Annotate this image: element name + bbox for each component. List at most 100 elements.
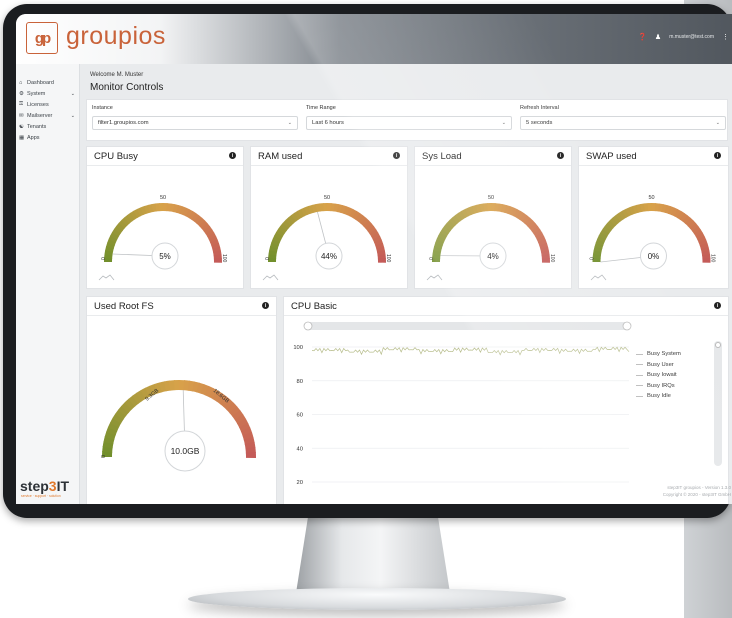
sidebar-item-label: Mailserver	[27, 112, 53, 119]
series-line-busy-idle	[311, 346, 630, 356]
gauge-value: 0%	[648, 252, 660, 261]
y-tick-label: 20	[297, 480, 303, 486]
gauge-value: 10.0GB	[171, 446, 200, 456]
time-range-select[interactable]: Last 6 hours ⌄	[306, 116, 512, 130]
filter-label: Refresh Interval	[520, 105, 559, 111]
screen: gp groupios ❓ ♟ m.muster@test.com ⋮ ⌂ Da…	[16, 14, 732, 504]
user-email[interactable]: m.muster@test.com	[669, 34, 714, 40]
legend-scrollbar[interactable]	[714, 341, 722, 466]
app-name[interactable]: groupios	[66, 22, 166, 51]
user-icon: ♟	[654, 34, 662, 41]
footer: step3IT groupios - Version 1.3.0 Copyrig…	[663, 484, 731, 498]
filter-bar: Instance filter1.groupios.com ⌄ Time Ran…	[86, 99, 728, 141]
y-tick-label: 100	[293, 345, 303, 351]
gauge-tick-label: 100	[221, 254, 227, 263]
sparkline-icon	[262, 274, 279, 281]
instance-select[interactable]: filter1.groupios.com ⌄	[92, 116, 298, 130]
card-title: Sys Load	[415, 147, 571, 166]
legend-item[interactable]: Busy System	[636, 349, 681, 360]
legend-item[interactable]: Busy Iowait	[636, 370, 681, 381]
gauge-tick-label: 50	[160, 195, 166, 201]
chart-legend: Busy System Busy User Busy Iowait Busy I…	[636, 349, 681, 402]
sidebar-item-system[interactable]: ⚙ System ⌄	[16, 88, 79, 99]
range-slider-track[interactable]	[304, 322, 629, 330]
gauge-chart: 0% 50 0 100	[590, 195, 716, 281]
footer-version: step3IT groupios - Version 1.3.0	[667, 485, 731, 490]
gauge-tick-label: 0	[429, 257, 435, 260]
time-range-filter: Time Range Last 6 hours ⌄	[306, 105, 512, 130]
select-value: filter1.groupios.com	[98, 120, 149, 126]
gauge-tick-label: 100	[549, 254, 555, 263]
question-icon[interactable]: ❓	[638, 33, 647, 41]
apps-icon: ▦	[19, 134, 25, 141]
sparkline-icon	[590, 274, 607, 281]
info-icon[interactable]: i	[714, 302, 721, 309]
range-slider-handle-right[interactable]	[622, 321, 632, 331]
legend-item[interactable]: Busy User	[636, 360, 681, 371]
cpu-basic-chart: 100 80 60 40 20	[293, 321, 632, 486]
gauge-value: 5%	[159, 252, 171, 261]
range-slider-handle-left[interactable]	[303, 321, 313, 331]
kebab-icon[interactable]: ⋮	[722, 33, 729, 41]
sidebar-item-mailserver[interactable]: ✉ Mailserver ⌄	[16, 110, 79, 121]
monitor-stand-base	[188, 588, 566, 610]
card-title: CPU Basic	[284, 297, 728, 316]
main-content: Welcome M. Muster Monitor Controls Insta…	[80, 64, 732, 504]
sidebar-item-apps[interactable]: ▦ Apps	[16, 132, 79, 143]
gauge-chart: 4% 50 0 100	[426, 195, 555, 281]
info-icon[interactable]: i	[393, 152, 400, 159]
sidebar-item-licenses[interactable]: ⚿ Licenses	[16, 99, 79, 110]
gauge-tick-label: 100	[710, 254, 716, 263]
gauge-tick-label: 0	[101, 455, 107, 458]
info-icon[interactable]: i	[714, 152, 721, 159]
gauge-tick-label: 50	[648, 195, 654, 201]
info-icon[interactable]: i	[557, 152, 564, 159]
gauge-card-used-root-fs: Used Root FS i 10.0GB 0 9.3GB 18.6GB	[86, 296, 277, 504]
info-icon[interactable]: i	[229, 152, 236, 159]
sparkline-icon	[98, 274, 115, 281]
gauge-tick-label: 0	[101, 257, 107, 260]
gauge-tick-label: 0	[265, 257, 271, 260]
sidebar: ⌂ Dashboard ⚙ System ⌄ ⚿ Licenses ✉ Mail…	[16, 64, 80, 504]
gear-icon: ⚙	[19, 90, 24, 97]
chevron-down-icon: ⌄	[501, 120, 506, 126]
y-tick-label: 40	[297, 446, 303, 452]
page-title: Monitor Controls	[90, 82, 164, 93]
top-bar: gp groupios ❓ ♟ m.muster@test.com ⋮	[16, 14, 732, 64]
sidebar-item-label: Tenants	[27, 123, 47, 130]
chevron-down-icon: ⌄	[70, 90, 75, 97]
gauge-chart: 5% 50 0 100	[98, 195, 227, 281]
gauge-tick-label: 100	[385, 254, 391, 263]
card-title: RAM used	[251, 147, 407, 166]
gauge-value: 4%	[487, 252, 499, 261]
gauge-value: 44%	[321, 252, 337, 261]
logo-mark[interactable]: gp	[26, 22, 58, 54]
filter-label: Time Range	[306, 105, 336, 111]
refresh-interval-select[interactable]: 5 seconds ⌄	[520, 116, 726, 130]
y-tick-label: 80	[297, 379, 303, 385]
monitor-stand-neck	[296, 515, 450, 593]
step3it-tagline: service · support · solution	[21, 494, 61, 498]
filter-label: Instance	[92, 105, 113, 111]
user-area: ❓ ♟ m.muster@test.com ⋮	[638, 33, 729, 41]
gauge-tick-label: 0	[590, 257, 596, 260]
sidebar-item-dashboard[interactable]: ⌂ Dashboard	[16, 77, 79, 88]
select-value: Last 6 hours	[312, 120, 344, 126]
sidebar-item-tenants[interactable]: ☯ Tenants	[16, 121, 79, 132]
gauge-chart: 44% 50 0 100	[262, 195, 391, 281]
info-icon[interactable]: i	[262, 302, 269, 309]
mail-icon: ✉	[19, 112, 24, 119]
chevron-down-icon: ⌄	[715, 120, 720, 126]
card-title: CPU Busy	[87, 147, 243, 166]
chevron-down-icon: ⌄	[70, 112, 75, 119]
legend-item[interactable]: Busy Idle	[636, 391, 681, 402]
gauge-card-sys-load: Sys Load i 4% 50 0 100	[414, 146, 572, 289]
logo-glyph: gp	[34, 29, 51, 47]
card-title: SWAP used	[579, 147, 728, 166]
gauge-card-cpu-busy: CPU Busy i 5% 50 0 100	[86, 146, 244, 289]
refresh-interval-filter: Refresh Interval 5 seconds ⌄	[520, 105, 726, 130]
select-value: 5 seconds	[526, 120, 553, 126]
cpu-basic-card: CPU Basic i 100 80 60 40 20 Busy System Busy…	[283, 296, 729, 504]
legend-item[interactable]: Busy IRQs	[636, 381, 681, 392]
users-icon: ☯	[19, 123, 24, 130]
